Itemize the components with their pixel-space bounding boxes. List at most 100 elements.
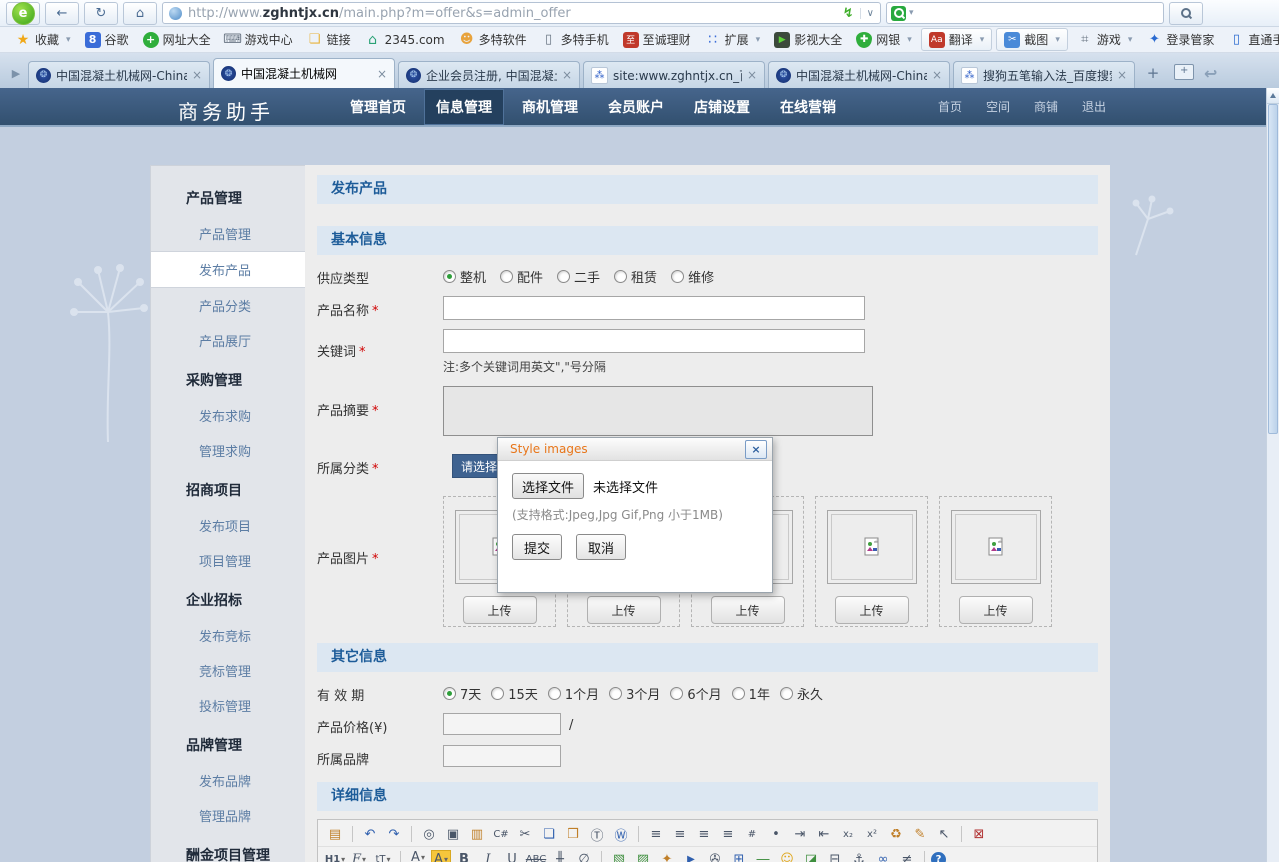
font-family-icon[interactable]: F <box>348 849 370 862</box>
bookmark-item[interactable]: 8 谷歌 <box>78 29 136 50</box>
new-tab-button[interactable]: + <box>1140 63 1166 83</box>
separator[interactable] <box>961 826 962 842</box>
toolbar-extension-item[interactable]: ⌗ 游戏 <box>1070 29 1140 50</box>
redo-icon[interactable]: ↷ <box>383 824 405 844</box>
radio-icon[interactable] <box>443 270 456 283</box>
paste-icon[interactable]: ❒ <box>562 824 584 844</box>
search-engine-icon[interactable] <box>891 6 906 21</box>
multi-image-icon[interactable]: ▨ <box>632 849 654 862</box>
submit-button[interactable]: 提交 <box>512 534 562 560</box>
unlink-icon[interactable]: ≠ <box>896 849 918 862</box>
radio-icon[interactable] <box>732 687 745 700</box>
radio-icon[interactable] <box>614 270 627 283</box>
tab-close-icon[interactable]: × <box>192 68 202 82</box>
sidebar-item[interactable]: 发布求购 <box>151 398 305 433</box>
align-right-icon[interactable]: ≡ <box>693 824 715 844</box>
bookmark-item[interactable]: ❏ 链接 <box>300 29 358 50</box>
paste-source-icon[interactable]: ▤ <box>324 824 346 844</box>
radio-icon[interactable] <box>557 270 570 283</box>
toolbar-extension-item[interactable]: ✂ 截图 <box>996 28 1068 51</box>
radio-icon[interactable] <box>670 687 683 700</box>
sidebar-item[interactable]: 管理品牌 <box>151 798 305 833</box>
cut-icon[interactable]: ✂ <box>514 824 536 844</box>
tab-close-icon[interactable]: × <box>1117 68 1127 82</box>
bookmark-item[interactable]: ⌂ 2345.com <box>358 30 452 50</box>
bookmark-item[interactable]: ⌨ 游戏中心 <box>218 29 300 50</box>
radio-icon[interactable] <box>500 270 513 283</box>
radio-icon[interactable] <box>609 687 622 700</box>
address-url[interactable]: http://www.zghntjx.cn/main.php?m=offer&s… <box>188 6 837 21</box>
validity-radio[interactable]: 6个月 <box>670 684 721 703</box>
table-icon[interactable]: ⊞ <box>728 849 750 862</box>
horizontal-rule-icon[interactable]: ― <box>752 849 774 862</box>
bold-icon[interactable]: B <box>453 849 475 862</box>
separator[interactable] <box>352 826 353 842</box>
sidebar-item[interactable]: 投标管理 <box>151 688 305 723</box>
browser-tab[interactable]: ❂ 中国混凝土机械网-China × <box>28 61 210 88</box>
nav-menu-item[interactable]: 信息管理 <box>424 89 504 125</box>
page-scrollbar[interactable] <box>1266 88 1279 862</box>
sidebar-item[interactable]: 竞标管理 <box>151 653 305 688</box>
browser-tab[interactable]: ⁂ site:www.zghntjx.cn_百度 × <box>583 61 765 88</box>
toolbar-extension-item[interactable]: ▯ 直通手机 <box>1221 29 1279 50</box>
paste-text-icon[interactable]: Ⓣ <box>586 824 608 844</box>
media-icon[interactable]: ▶ <box>680 849 702 862</box>
nav-link[interactable]: 商铺 <box>1034 98 1058 115</box>
nav-link[interactable]: 退出 <box>1082 98 1106 115</box>
search-engine-caret-icon[interactable]: ▾ <box>909 8 914 18</box>
scrollbar-thumb[interactable] <box>1268 104 1278 434</box>
sidebar-item[interactable]: 项目管理 <box>151 543 305 578</box>
supply-type-radio[interactable]: 配件 <box>500 267 543 286</box>
separator[interactable] <box>924 851 925 862</box>
select-all-icon[interactable]: ↖ <box>933 824 955 844</box>
radio-icon[interactable] <box>548 687 561 700</box>
bookmark-item[interactable]: + 网址大全 <box>136 29 218 50</box>
preview-icon[interactable]: ◎ <box>418 824 440 844</box>
print-icon[interactable]: ▣ <box>442 824 464 844</box>
separator[interactable] <box>601 851 602 862</box>
anchor-icon[interactable]: ⚓ <box>848 849 870 862</box>
paste-word-icon[interactable]: Ⓦ <box>610 824 632 844</box>
subscript-icon[interactable]: x₂ <box>837 824 859 844</box>
product-name-input[interactable] <box>443 296 865 320</box>
price-input[interactable] <box>443 713 561 735</box>
tab-close-icon[interactable]: × <box>562 68 572 82</box>
tab-pin-icon[interactable]: ▶ <box>4 62 28 84</box>
summary-textarea[interactable] <box>443 386 873 436</box>
nav-menu-item[interactable]: 会员账户 <box>596 89 676 125</box>
supply-type-radio[interactable]: 租赁 <box>614 267 657 286</box>
link-icon[interactable]: ∞ <box>872 849 894 862</box>
nav-menu-item[interactable]: 在线营销 <box>768 89 848 125</box>
browser-logo-button[interactable]: e <box>6 2 40 25</box>
superscript-icon[interactable]: x² <box>861 824 883 844</box>
save-icon[interactable]: ⊟ <box>824 849 846 862</box>
supply-type-radio[interactable]: 维修 <box>671 267 714 286</box>
separator[interactable] <box>638 826 639 842</box>
copy-icon[interactable]: ❏ <box>538 824 560 844</box>
toolbar-extension-item[interactable]: ✚ 网银 <box>849 29 919 50</box>
dialog-close-button[interactable]: × <box>745 440 767 459</box>
fullscreen-icon[interactable]: ⊠ <box>968 824 990 844</box>
brand-input[interactable] <box>443 745 561 767</box>
font-color-icon[interactable]: A <box>407 850 429 862</box>
radio-icon[interactable] <box>443 687 456 700</box>
nav-link[interactable]: 首页 <box>938 98 962 115</box>
align-left-icon[interactable]: ≡ <box>645 824 667 844</box>
search-box[interactable]: ▾ <box>886 2 1164 24</box>
back-button[interactable]: ← <box>45 2 79 25</box>
toolbar-extension-item[interactable]: ▶ 影视大全 <box>767 29 849 50</box>
bookmark-item[interactable]: 至 至诚理财 <box>616 29 698 50</box>
sidebar-item[interactable]: 产品分类 <box>151 288 305 323</box>
bookmark-item[interactable]: ★ 收藏 <box>8 29 78 50</box>
columns-icon[interactable]: ╫ <box>549 849 571 862</box>
sidebar-item[interactable]: 发布竞标 <box>151 618 305 653</box>
attachment-icon[interactable]: ✇ <box>704 849 726 862</box>
insert-image-icon[interactable]: ▧ <box>608 849 630 862</box>
sidebar-item[interactable]: 发布品牌 <box>151 763 305 798</box>
sidebar-item[interactable]: 管理求购 <box>151 433 305 468</box>
browser-tab[interactable]: ⁂ 搜狗五笔输入法_百度搜索 × <box>953 61 1135 88</box>
choose-file-button[interactable]: 选择文件 <box>512 473 584 499</box>
supply-type-radio[interactable]: 整机 <box>443 267 486 286</box>
nav-menu-item[interactable]: 商机管理 <box>510 89 590 125</box>
outdent-icon[interactable]: ⇤ <box>813 824 835 844</box>
